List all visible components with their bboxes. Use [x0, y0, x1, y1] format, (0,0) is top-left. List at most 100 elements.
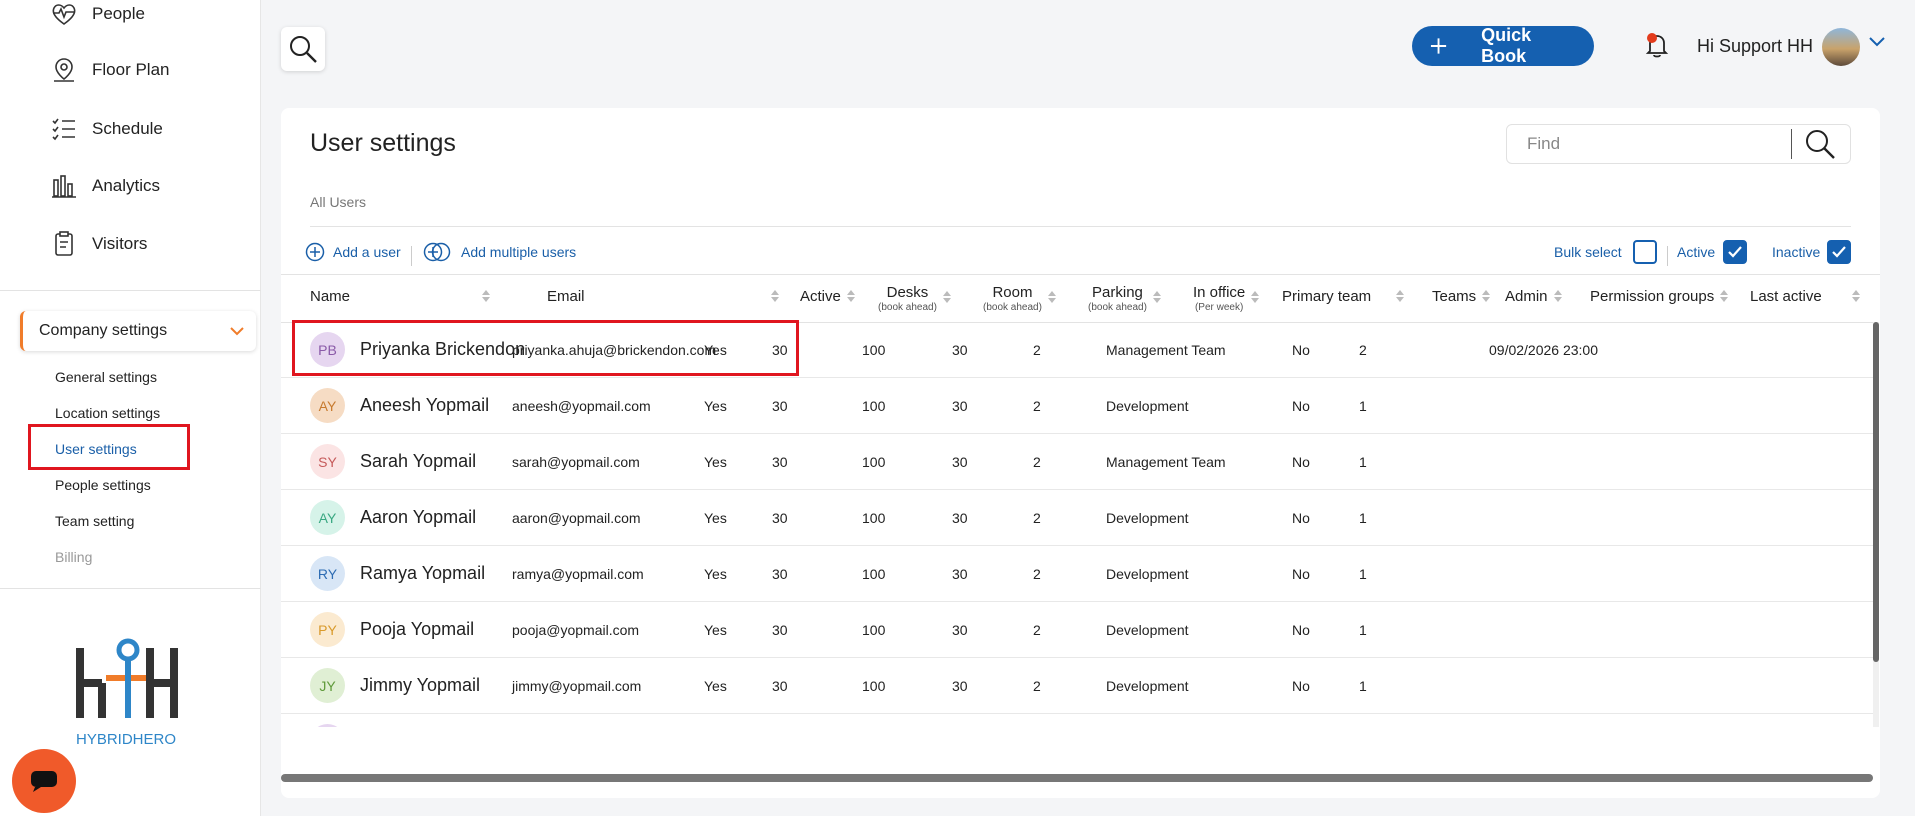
add-user-button[interactable]: Add a user: [305, 242, 401, 262]
heartbeat-icon: [52, 4, 76, 25]
email-cell: sarah@yopmail.com: [512, 454, 640, 470]
chat-icon: [31, 771, 57, 792]
admin-cell: No: [1292, 342, 1310, 358]
active-cell: Yes: [704, 566, 727, 582]
in-office-cell: 2: [1033, 398, 1041, 414]
quick-book-button[interactable]: Quick Book: [1412, 25, 1594, 66]
column-header-room[interactable]: Room (book ahead): [983, 285, 1056, 315]
horizontal-scrollbar[interactable]: [281, 774, 1873, 782]
company-settings-toggle[interactable]: Company settings: [20, 311, 256, 351]
sidebar-item-billing[interactable]: Billing: [55, 549, 92, 565]
nav-people[interactable]: People: [50, 0, 145, 28]
bulk-select-checkbox[interactable]: [1633, 240, 1657, 264]
highlight-user-settings: [28, 424, 190, 470]
column-header-teams[interactable]: Teams: [1432, 288, 1491, 305]
parking-cell: 30: [952, 510, 968, 526]
column-header-desks[interactable]: Desks (book ahead): [878, 285, 951, 315]
name-cell[interactable]: Aaron Yopmail: [360, 507, 476, 528]
active-filter-label: Active: [1677, 244, 1716, 260]
active-cell: Yes: [704, 678, 727, 694]
in-office-cell: 2: [1033, 342, 1041, 358]
column-header-primary-team[interactable]: Primary team: [1282, 288, 1404, 305]
nav-analytics-label: Analytics: [92, 176, 161, 195]
table-row[interactable]: PY Pooja Yopmail pooja@yopmail.com Yes 30 100…: [281, 602, 1873, 658]
global-search-button[interactable]: [281, 27, 325, 71]
primary-team-cell: Development: [1106, 510, 1189, 526]
nav-floor-plan[interactable]: Floor Plan: [50, 56, 169, 84]
sidebar-item-location-settings[interactable]: Location settings: [55, 405, 160, 421]
clipboard-icon: [55, 231, 73, 256]
name-cell[interactable]: Jimmy Yopmail: [360, 675, 480, 696]
table-row[interactable]: JY Jimmy Yopmail jimmy@yopmail.com Yes 30 100…: [281, 658, 1873, 714]
sort-icon: [771, 290, 779, 302]
desks-cell: 30: [772, 398, 788, 414]
table-row[interactable]: RY Ramya Yopmail ramya@yopmail.com Yes 30 100…: [281, 546, 1873, 602]
name-cell[interactable]: Ramya Yopmail: [360, 563, 485, 584]
header-divider: [310, 226, 1851, 227]
user-greeting[interactable]: Hi Support HH: [1697, 36, 1813, 57]
permission-groups-cell: 1: [1359, 398, 1367, 414]
map-pin-icon: [54, 58, 74, 82]
column-header-active[interactable]: Active: [800, 288, 855, 305]
column-header-permission-groups[interactable]: Permission groups: [1590, 288, 1729, 305]
chevron-down-icon[interactable]: [1869, 36, 1885, 48]
highlight-first-row: [292, 320, 799, 376]
avatar[interactable]: [1822, 28, 1860, 66]
column-header-name[interactable]: Name: [310, 288, 490, 305]
sidebar-item-general-settings[interactable]: General settings: [55, 369, 157, 385]
active-cell: Yes: [704, 398, 727, 414]
sort-icon: [1047, 291, 1056, 303]
avatar: AY: [310, 500, 345, 535]
search-icon[interactable]: [1804, 128, 1836, 160]
table-row[interactable]: SY Sarah Yopmail sarah@yopmail.com Yes 30 100…: [281, 434, 1873, 490]
plus-icon: [1430, 38, 1447, 54]
column-header-room-sub: (book ahead): [983, 302, 1042, 313]
sort-icon: [1152, 291, 1161, 303]
column-header-email[interactable]: Email: [547, 288, 779, 305]
column-header-last-active-label: Last active: [1750, 288, 1822, 305]
table-row[interactable]: AY Aneesh Yopmail aneesh@yopmail.com Yes 30 1…: [281, 378, 1873, 434]
bulk-select-label: Bulk select: [1554, 244, 1622, 260]
add-user-label: Add a user: [333, 244, 401, 260]
vertical-scrollbar-thumb[interactable]: [1873, 322, 1879, 662]
room-cell: 100: [862, 622, 886, 638]
chevron-down-icon: [230, 327, 244, 336]
parking-cell: 30: [952, 622, 968, 638]
primary-team-cell: Development: [1106, 622, 1189, 638]
breadcrumb: All Users: [310, 194, 367, 210]
column-header-in-office[interactable]: In office (Per week): [1193, 285, 1260, 315]
sidebar-divider: [0, 290, 261, 291]
permission-groups-cell: 1: [1359, 678, 1367, 694]
email-cell: ramya@yopmail.com: [512, 566, 644, 582]
nav-visitors-label: Visitors: [92, 234, 148, 253]
find-input[interactable]: [1507, 134, 1787, 154]
column-header-last-active[interactable]: Last active: [1750, 288, 1860, 305]
inactive-filter-checkbox[interactable]: [1827, 240, 1851, 264]
avatar: PY: [310, 612, 345, 647]
quick-book-label: Quick Book: [1481, 25, 1532, 66]
name-cell[interactable]: Pooja Yopmail: [360, 619, 474, 640]
desks-cell: 30: [772, 454, 788, 470]
room-cell: 100: [862, 678, 886, 694]
room-cell: 100: [862, 342, 886, 358]
bell-icon[interactable]: [1642, 30, 1672, 60]
email-cell: aneesh@yopmail.com: [512, 398, 651, 414]
nav-analytics[interactable]: Analytics: [50, 172, 160, 200]
sidebar-item-team-setting[interactable]: Team setting: [55, 513, 134, 529]
table-row[interactable]: AY Aaron Yopmail aaron@yopmail.com Yes 30 100…: [281, 490, 1873, 546]
column-header-admin[interactable]: Admin: [1505, 288, 1562, 305]
avatar: RY: [310, 556, 345, 591]
table-row[interactable]: REReshma Estherreshmaesther@yopmail.comY…: [281, 714, 1873, 727]
user-settings-card: User settings All Users Add a user Add m…: [281, 108, 1880, 798]
active-filter-checkbox[interactable]: [1723, 240, 1747, 264]
permission-groups-cell: 1: [1359, 622, 1367, 638]
name-cell[interactable]: Aneesh Yopmail: [360, 395, 489, 416]
nav-visitors[interactable]: Visitors: [50, 230, 147, 258]
chat-button[interactable]: [12, 749, 76, 813]
name-cell[interactable]: Sarah Yopmail: [360, 451, 476, 472]
add-multiple-users-button[interactable]: Add multiple users: [423, 242, 576, 262]
search-icon: [290, 36, 317, 63]
nav-schedule[interactable]: Schedule: [50, 115, 163, 143]
sidebar-item-people-settings[interactable]: People settings: [55, 477, 151, 493]
column-header-parking[interactable]: Parking (book ahead): [1088, 285, 1161, 315]
